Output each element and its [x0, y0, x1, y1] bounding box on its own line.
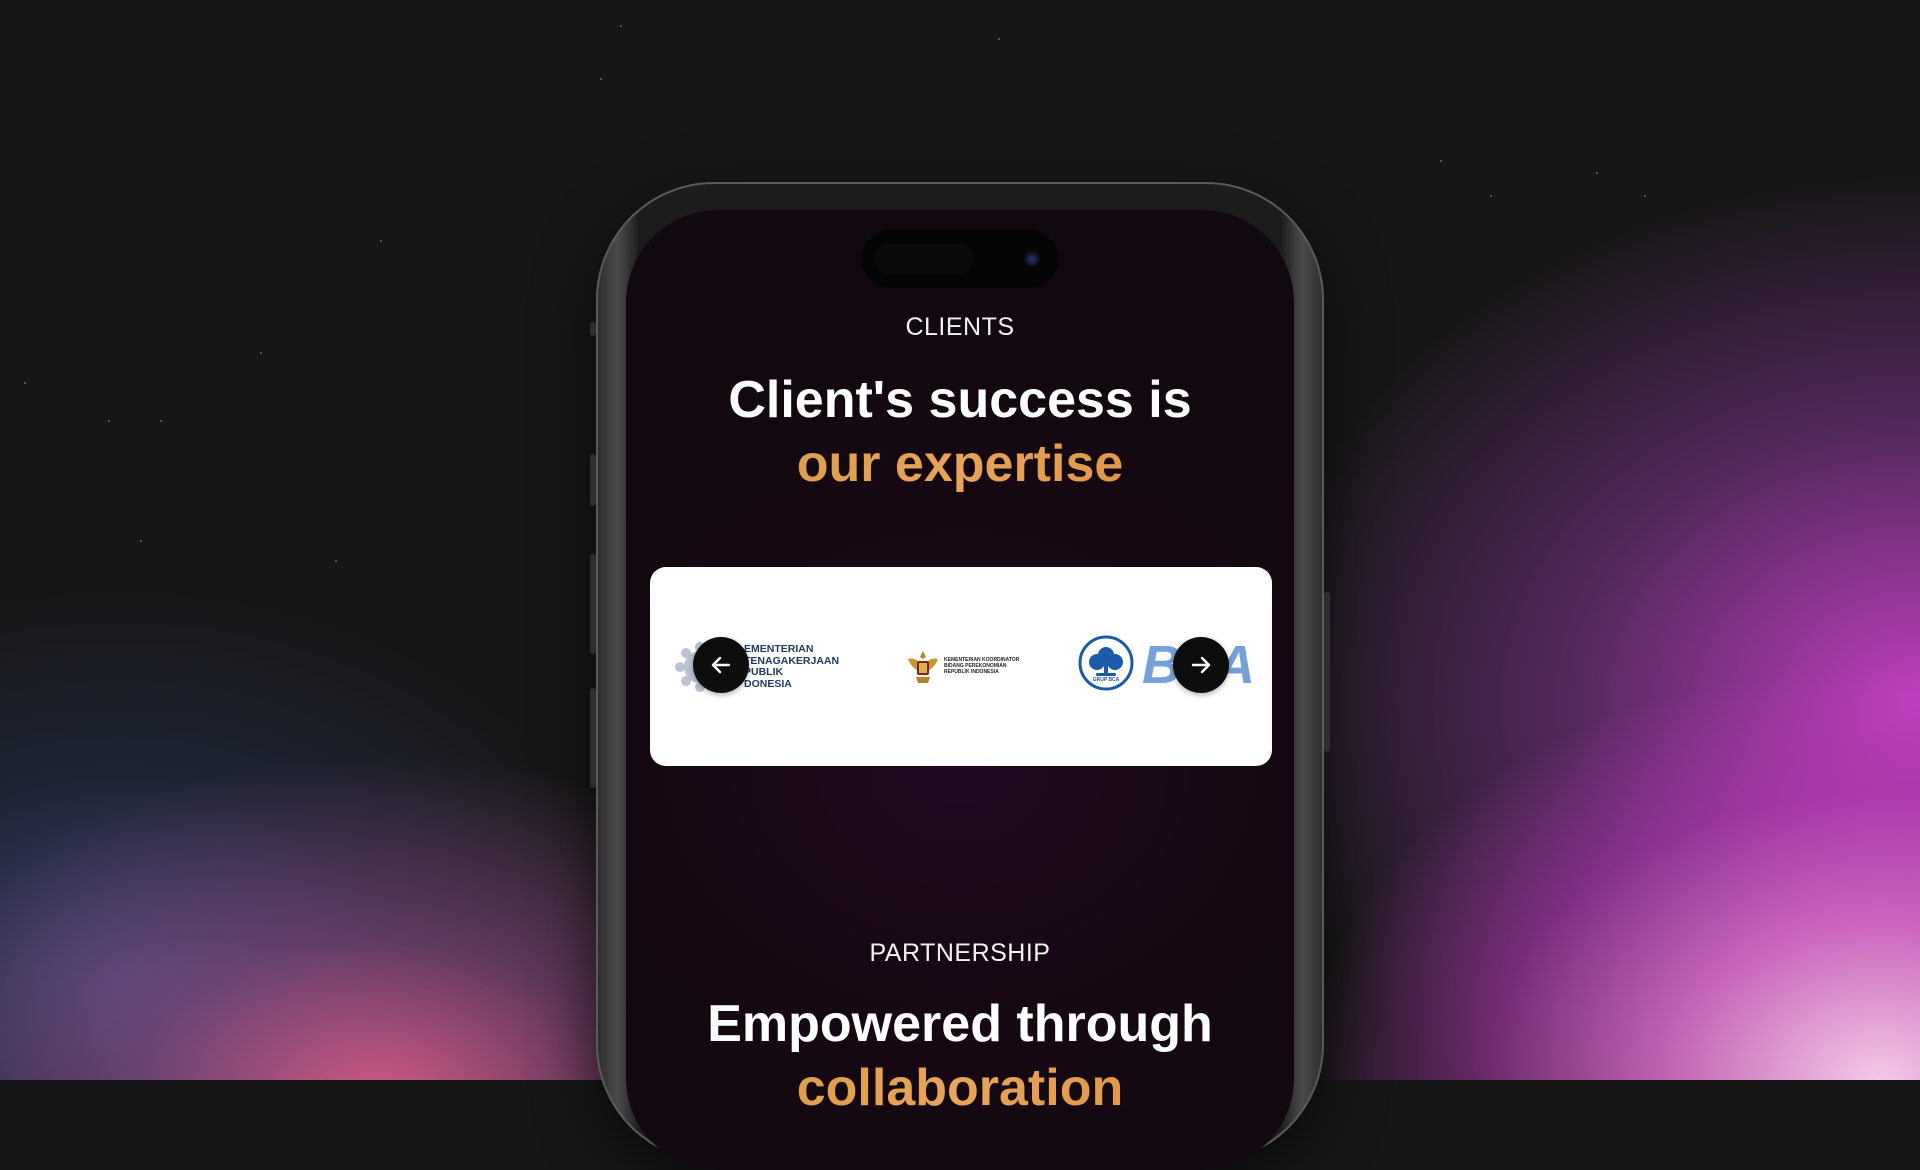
clients-eyebrow: CLIENTS	[905, 313, 1015, 341]
star	[1596, 172, 1598, 174]
star	[1440, 160, 1442, 162]
phone-screen: CLIENTS Client's success is our expertis…	[626, 210, 1294, 1170]
arrow-left-icon	[711, 656, 731, 674]
star	[380, 240, 382, 242]
partnership-headline-line1: Empowered through	[707, 995, 1213, 1053]
phone-power-button	[1324, 592, 1330, 752]
partnership-eyebrow: PARTNERSHIP	[869, 939, 1051, 967]
carousel-next-button[interactable]	[1173, 637, 1229, 693]
star	[24, 382, 26, 384]
partnership-headline: Empowered through collaboration	[626, 992, 1294, 1120]
camera-icon	[1024, 251, 1040, 267]
clients-headline-line1: Client's success is	[728, 371, 1192, 429]
kemenko-logo-line: REPUBLIK INDONESIA	[944, 669, 999, 675]
clients-headline: Client's success is our expertise	[626, 368, 1294, 496]
star	[600, 78, 602, 80]
star	[620, 25, 622, 27]
phone-volume-up-button	[590, 554, 596, 654]
garuda-emblem-icon	[908, 651, 938, 683]
clients-logo-carousel[interactable]: EMENTERIAN TENAGAKERJAAN PUBLIK DONESIA	[650, 567, 1272, 766]
arrow-right-icon	[1191, 656, 1211, 674]
grup-bca-badge-label: GRUP BCA	[1092, 677, 1120, 683]
clients-headline-accent: our expertise	[626, 432, 1294, 496]
star	[108, 420, 110, 422]
star	[140, 540, 142, 542]
partnership-headline-accent: collaboration	[626, 1056, 1294, 1120]
star	[335, 560, 337, 562]
dynamic-island	[862, 230, 1058, 288]
kemnaker-logo-line: PUBLIK	[744, 666, 784, 678]
phone-side-button	[590, 322, 596, 336]
star	[1490, 195, 1492, 197]
phone-action-button	[590, 454, 596, 506]
star	[1644, 195, 1646, 197]
carousel-prev-button[interactable]	[693, 637, 749, 693]
kemnaker-logo-line: DONESIA	[744, 677, 792, 690]
dynamic-island-sensor	[874, 244, 974, 274]
star	[260, 352, 262, 354]
star	[998, 38, 1000, 40]
kemnaker-logo-line: EMENTERIAN	[744, 643, 814, 655]
star	[160, 420, 162, 422]
phone-volume-down-button	[590, 688, 596, 788]
logo-kemenko-perekonomian: KEMENTERIAN KOORDINATOR BIDANG PEREKONOM…	[906, 647, 1026, 687]
phone-frame: CLIENTS Client's success is our expertis…	[590, 182, 1330, 1170]
